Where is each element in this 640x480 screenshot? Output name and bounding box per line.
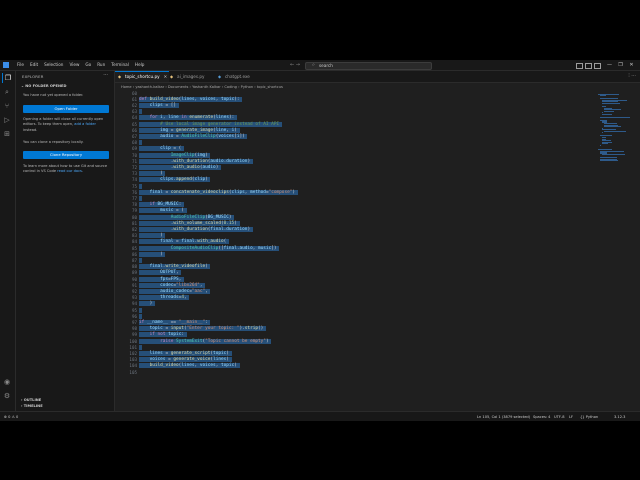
open-folder-button[interactable]: Open Folder [23, 105, 109, 113]
editor-tabs: ◆ topic_shortcu.py ✕ ◆ ai_images.py ◆ chatgp… [115, 71, 640, 83]
open-folder-info-end: instead. [23, 127, 38, 132]
indentation[interactable]: Spaces: 4 [533, 412, 550, 421]
minimap-line [602, 113, 612, 115]
vscode-window: File Edit Selection View Go Run Terminal… [0, 60, 640, 421]
search-view-icon[interactable]: ⌕ [2, 87, 12, 97]
read-docs-link[interactable]: read our docs [57, 169, 82, 173]
minimap-line [604, 126, 621, 128]
tab-label: ai_images.py [177, 74, 205, 79]
outline-section[interactable]: › OUTLINE [21, 398, 41, 402]
code-editor[interactable]: 60 61 62 63 64 65 66 67 68 69 70 71 72 73 74 75 76 77 78 79… [115, 90, 595, 410]
language-mode[interactable]: {} Python [580, 412, 598, 421]
vscode-logo-icon [3, 62, 9, 68]
account-icon[interactable]: ◉ [2, 377, 12, 387]
minimap-line [604, 130, 626, 132]
toggle-panel-icon[interactable] [585, 63, 592, 69]
outline-label: OUTLINE [23, 398, 42, 402]
source-control-icon[interactable]: ⑂ [2, 101, 12, 111]
menu-run[interactable]: Run [94, 60, 108, 70]
python-file-icon: ◆ [170, 74, 174, 79]
minimap-line [600, 144, 601, 146]
code-line: clips = [] [139, 102, 179, 109]
explorer-title: EXPLORER [22, 74, 44, 79]
minimize-button[interactable]: — [604, 60, 615, 70]
exe-file-icon: ◆ [218, 74, 222, 79]
settings-gear-icon[interactable]: ⚙ [2, 391, 12, 401]
code-line: raise SystemExit("Topic cannot be empty"… [139, 338, 272, 345]
toggle-sidebar-icon[interactable] [576, 63, 583, 69]
status-bar: ⊗ 0 ⚠ 0 Ln 105, Col 1 (3879 selected) Sp… [0, 411, 640, 421]
open-folder-info: Opening a folder will close all currentl… [23, 117, 109, 133]
tab-label: topic_shortcu.py [125, 74, 160, 79]
line-number: 105 [129, 369, 137, 375]
minimap-line [600, 116, 631, 118]
minimap-line [600, 95, 606, 97]
explorer-icon[interactable]: ❐ [2, 73, 13, 83]
clone-repository-button[interactable]: Clone Repository [23, 151, 109, 159]
code-line: clips.append(clip) [139, 177, 211, 183]
clone-message: You can clone a repository locally. [23, 140, 84, 144]
menu-selection[interactable]: Selection [41, 60, 66, 70]
python-file-icon: ◆ [118, 74, 122, 79]
code-line: build_video(lines, voices, topic) [139, 363, 240, 369]
encoding[interactable]: UTF-8 [554, 412, 564, 421]
tab-chatgpt[interactable]: ◆ chatgpt.exe [215, 71, 265, 82]
explorer-sidebar: EXPLORER ··· ⌄ NO FOLDER OPENED You have… [16, 71, 115, 411]
python-version[interactable]: 3.12.3 [614, 412, 625, 421]
toggle-secondary-sidebar-icon[interactable] [594, 63, 601, 69]
minimap-line [604, 110, 614, 112]
code-line: ) [139, 251, 166, 257]
menu-terminal[interactable]: Terminal [108, 60, 132, 70]
minimap-line [602, 154, 625, 156]
timeline-section[interactable]: › TIMELINE [21, 404, 43, 408]
vertical-scrollbar[interactable] [634, 90, 640, 410]
tab-label: chatgpt.exe [225, 74, 250, 79]
search-icon: ⌕ [312, 63, 315, 68]
no-folder-label: NO FOLDER OPENED [25, 84, 67, 88]
menu-help[interactable]: Help [132, 60, 148, 70]
timeline-label: TIMELINE [23, 404, 43, 408]
menu-file[interactable]: File [14, 60, 27, 70]
menu-edit[interactable]: Edit [27, 60, 41, 70]
minimap-line [600, 160, 619, 162]
tab-ai-images[interactable]: ◆ ai_images.py [167, 71, 217, 82]
no-folder-section[interactable]: ⌄ NO FOLDER OPENED [21, 84, 66, 88]
menu-view[interactable]: View [66, 60, 82, 70]
extensions-icon[interactable]: ⊞ [2, 129, 12, 139]
search-text: search [319, 63, 333, 68]
minimap[interactable] [598, 90, 634, 410]
minimap-line [602, 102, 620, 104]
command-center-search[interactable]: ⌕ search [305, 62, 432, 70]
menu-go[interactable]: Go [82, 60, 94, 70]
code-line: final = concatenate_videoclips(clips, me… [139, 189, 298, 196]
minimap-line [602, 143, 608, 145]
cursor-position[interactable]: Ln 105, Col 1 (3879 selected) [477, 412, 530, 421]
code-line: audio = AudioFileClip(voices[i]) [139, 133, 248, 140]
tab-topic-shortcu[interactable]: ◆ topic_shortcu.py ✕ [115, 71, 169, 82]
git-docs-info: To learn more about how to use Git and s… [23, 164, 108, 174]
window-controls: — ❐ ✕ [604, 60, 637, 70]
more-actions-icon[interactable]: ··· [103, 72, 108, 78]
activity-bar: ❐ ⌕ ⑂ ▷ ⊞ ◉ ⚙ [0, 71, 16, 411]
end-of-line[interactable]: LF [569, 412, 573, 421]
close-button[interactable]: ✕ [626, 60, 637, 70]
no-folder-message: You have not yet opened a folder. [23, 93, 84, 97]
nav-arrows[interactable]: ← → [290, 61, 300, 69]
split-editor-icon[interactable]: ⫶ ··· [628, 71, 636, 82]
add-folder-link[interactable]: add a folder [74, 122, 96, 126]
minimap-line [602, 132, 603, 134]
menu-bar: File Edit Selection View Go Run Terminal… [14, 60, 147, 70]
run-debug-icon[interactable]: ▷ [2, 115, 12, 125]
maximize-button[interactable]: ❐ [615, 60, 626, 70]
title-bar: File Edit Selection View Go Run Terminal… [0, 60, 640, 71]
problems-indicator[interactable]: ⊗ 0 ⚠ 0 [4, 412, 18, 421]
